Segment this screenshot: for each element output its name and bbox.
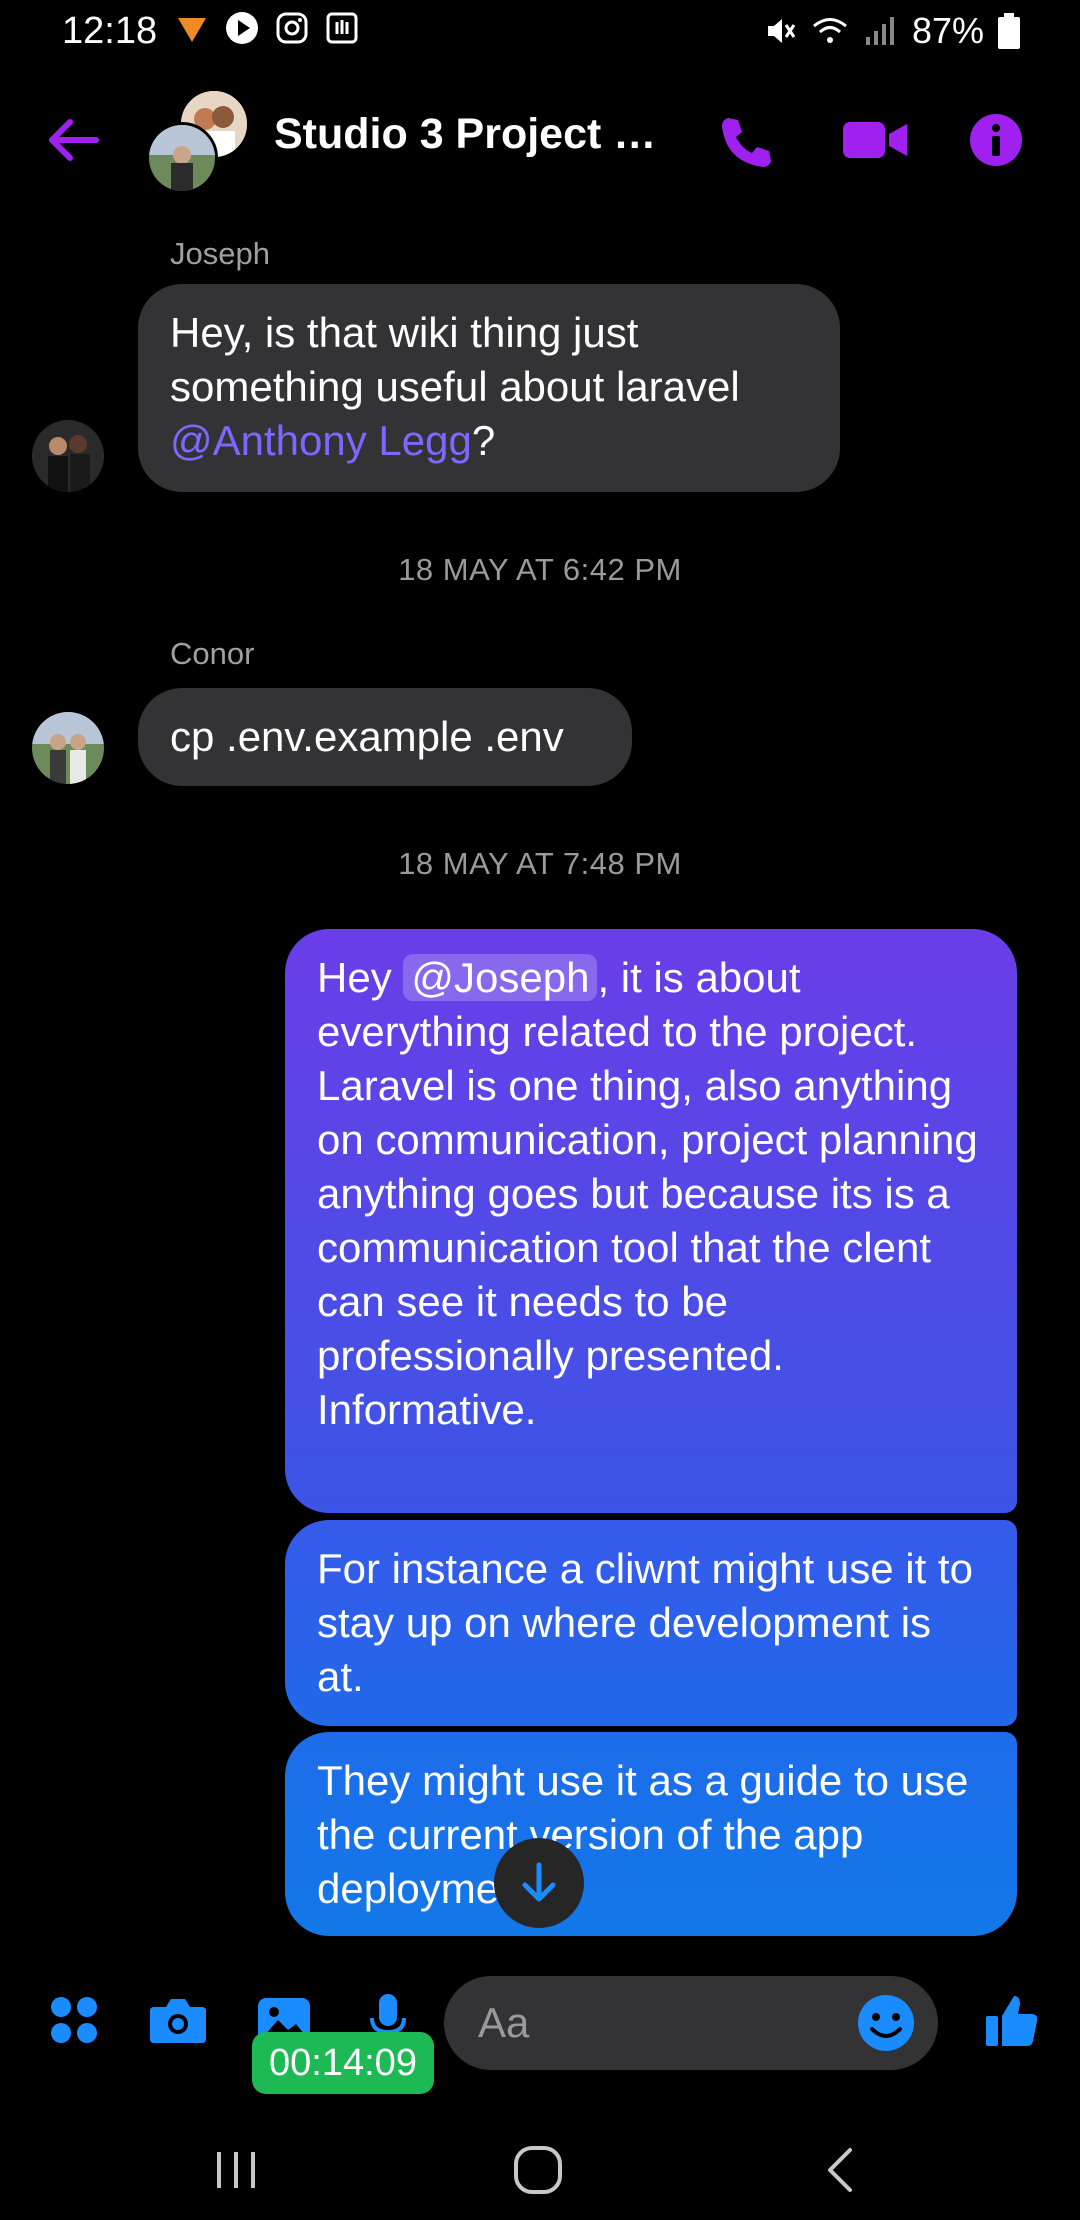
recording-timer: 00:14:09 — [252, 2032, 434, 2094]
wifi-icon — [812, 18, 847, 43]
system-back-button[interactable] — [800, 2138, 880, 2202]
mention-link[interactable]: @Joseph — [403, 954, 598, 1001]
home-button[interactable] — [498, 2138, 578, 2202]
chevron-left-icon — [828, 2148, 852, 2192]
chat-info-button[interactable] — [964, 108, 1028, 172]
message-text-end: ? — [471, 417, 496, 464]
sender-avatar[interactable] — [32, 712, 104, 784]
chat-header: Studio 3 Project T… — [0, 70, 1080, 206]
voice-call-button[interactable] — [712, 108, 776, 172]
sender-name: Joseph — [170, 236, 270, 271]
message-bubble-incoming[interactable]: cp .env.example .env — [138, 688, 632, 786]
play-icon — [226, 12, 258, 44]
message-timestamp: 18 MAY AT 6:42 PM — [398, 552, 682, 587]
message-composer — [0, 1970, 1080, 2080]
mute-icon — [767, 19, 796, 43]
camera-icon — [150, 1999, 206, 2043]
camera-button[interactable] — [146, 1988, 210, 2052]
sender-name: Conor — [170, 636, 255, 671]
gesture-icon — [326, 12, 358, 44]
group-avatar[interactable] — [146, 88, 250, 194]
status-time: 12:18 — [62, 10, 158, 52]
notification-icons — [174, 10, 360, 46]
emoji-icon[interactable] — [854, 1991, 918, 2055]
message-bubble-outgoing[interactable]: For instance a cliwnt might use it to st… — [285, 1520, 1017, 1726]
message-timestamp: 18 MAY AT 7:48 PM — [398, 846, 682, 881]
message-text-end: , it is about everything related to the … — [317, 954, 978, 1433]
battery-icon — [998, 13, 1020, 49]
recent-apps-button[interactable] — [196, 2138, 276, 2202]
message-text: Hey — [317, 954, 404, 1001]
system-status-icons: 87% — [762, 10, 1020, 52]
status-bar: 12:18 87% — [0, 0, 1080, 64]
home-icon — [514, 2146, 562, 2194]
apps-icon — [51, 1997, 97, 2043]
message-bubble-outgoing[interactable]: Hey @Joseph, it is about everything rela… — [285, 929, 1017, 1513]
message-text: They might use it as a guide to use the … — [317, 1757, 969, 1912]
arrow-down-icon — [522, 1862, 556, 1902]
signal-icon — [865, 17, 894, 45]
instagram-icon — [276, 12, 308, 44]
message-text: For instance a cliwnt might use it to st… — [317, 1545, 973, 1700]
system-navigation-bar — [0, 2120, 1080, 2220]
message-input[interactable] — [476, 1998, 840, 2048]
video-camera-icon — [843, 122, 907, 158]
scroll-to-bottom-button[interactable] — [494, 1838, 584, 1928]
chat-title[interactable]: Studio 3 Project T… — [274, 110, 674, 159]
message-text: Hey, is that wiki thing just something u… — [170, 309, 740, 410]
info-icon — [970, 114, 1022, 166]
back-arrow-icon[interactable] — [44, 110, 104, 170]
video-call-button[interactable] — [836, 108, 914, 172]
message-text: cp .env.example .env — [170, 713, 564, 760]
like-button[interactable] — [980, 1988, 1044, 2052]
recent-apps-icon — [217, 2152, 255, 2188]
mention-link[interactable]: @Anthony Legg — [170, 417, 472, 464]
message-bubble-incoming[interactable]: Hey, is that wiki thing just something u… — [138, 284, 840, 492]
thumbs-up-icon — [986, 1996, 1038, 2046]
phone-icon — [722, 118, 771, 167]
sender-avatar[interactable] — [32, 420, 104, 492]
apps-button[interactable] — [42, 1988, 106, 2052]
message-input-field[interactable] — [444, 1976, 938, 2070]
battery-percent: 87% — [911, 10, 984, 51]
message-bubble-outgoing[interactable]: They might use it as a guide to use the … — [285, 1732, 1017, 1936]
member-avatar-2 — [146, 122, 218, 194]
app-notification-icon — [178, 18, 206, 42]
